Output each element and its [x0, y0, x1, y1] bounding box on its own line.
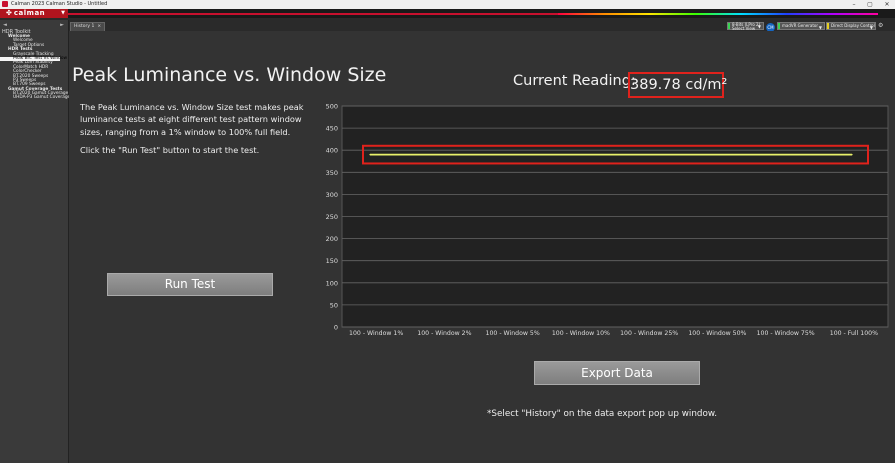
y-tick-label: 500 [326, 103, 338, 111]
page-title: Peak Luminance vs. Window Size [72, 64, 387, 86]
test-description: The Peak Luminance vs. Window Size test … [80, 102, 304, 137]
data-point [443, 154, 445, 156]
data-point [512, 154, 514, 156]
generator-label: madVR Generator [782, 23, 818, 28]
brand-red-line [68, 13, 558, 15]
current-reading-value: 389.78 cd/m² [628, 72, 727, 98]
chevron-down-icon: ▼ [757, 24, 761, 29]
luminance-chart: 0 50 100 150 200 250 300 350 400 450 500 100 - Wind… [326, 103, 889, 337]
forward-arrow-icon[interactable]: ► [60, 22, 64, 28]
export-data-button[interactable]: Export Data [534, 361, 700, 385]
back-arrow-icon[interactable]: ◄ [3, 22, 7, 28]
tab-label: History 1 [74, 24, 95, 29]
data-point [851, 154, 853, 156]
chevron-down-icon: ▼ [61, 10, 65, 16]
y-tick-label: 100 [326, 279, 338, 287]
close-tab-icon[interactable]: × [97, 24, 101, 29]
data-point [648, 154, 650, 156]
generator-select[interactable]: madVR Generator ▼ [777, 22, 825, 30]
meter-select[interactable]: 8-Bits (LPro 2) Select View ▼ [727, 22, 764, 31]
data-point [716, 154, 718, 156]
run-test-button[interactable]: Run Test [107, 273, 273, 296]
y-tick-label: 400 [326, 147, 338, 155]
sidebar-item[interactable]: UHDA-P3 Gamut Coverage [0, 96, 70, 101]
current-reading-label: Current Reading: [513, 73, 636, 89]
logo-text: calman [13, 9, 46, 17]
meter-status-bar [728, 23, 730, 29]
y-tick-label: 50 [330, 301, 338, 309]
display-control-select[interactable]: Direct Display Control ▼ [826, 22, 876, 30]
data-point [369, 154, 371, 156]
x-tick-label: 100 - Window 1% [349, 330, 403, 337]
calman-logo-icon: ✤ [6, 9, 12, 17]
x-tick-label: 100 - Window 5% [486, 330, 540, 337]
sidebar: ◄ ► HDR Toolkit Welcome Welcome Target Opt… [0, 20, 70, 463]
x-tick-label: 100 - Window 50% [688, 330, 746, 337]
data-point [785, 154, 787, 156]
export-footnote: *Select "History" on the data export pop… [487, 409, 718, 419]
x-tick-label: 100 - Full 100% [830, 330, 878, 337]
brand-spectrum-line [558, 13, 878, 15]
window-title: Calman 2023 Calman Studio - Untitled [11, 1, 108, 7]
sidebar-list: Welcome Welcome Target Options HDR Tests Gra… [0, 34, 70, 101]
x-tick-label: 100 - Window 2% [417, 330, 471, 337]
sidebar-nav: ◄ ► [0, 20, 68, 29]
display-status-bar [827, 23, 829, 29]
window-title-bar: Calman 2023 Calman Studio - Untitled – ▢… [0, 0, 895, 9]
data-point [580, 154, 582, 156]
maximize-button[interactable]: ▢ [862, 0, 878, 9]
app-icon [2, 1, 8, 7]
x-tick-label: 100 - Window 75% [757, 330, 815, 337]
generator-status-bar [778, 23, 780, 29]
x-tick-label: 100 - Window 25% [620, 330, 678, 337]
y-tick-label: 200 [326, 235, 338, 243]
y-tick-label: 250 [326, 213, 338, 221]
calman-menu-button[interactable]: ✤ calman ▼ [0, 9, 68, 18]
display-control-label: Direct Display Control [831, 23, 875, 28]
settings-gear-icon[interactable]: ⚙ [878, 22, 895, 31]
y-tick-label: 350 [326, 169, 338, 177]
y-tick-label: 450 [326, 125, 338, 133]
instruction-text: Click the "Run Test" button to start the… [80, 145, 260, 155]
y-tick-label: 0 [334, 324, 338, 332]
minimize-button[interactable]: – [846, 0, 862, 9]
y-tick-label: 150 [326, 257, 338, 265]
y-tick-label: 300 [326, 191, 338, 199]
x-tick-label: 100 - Window 10% [552, 330, 610, 337]
close-button[interactable]: ✕ [879, 0, 895, 9]
